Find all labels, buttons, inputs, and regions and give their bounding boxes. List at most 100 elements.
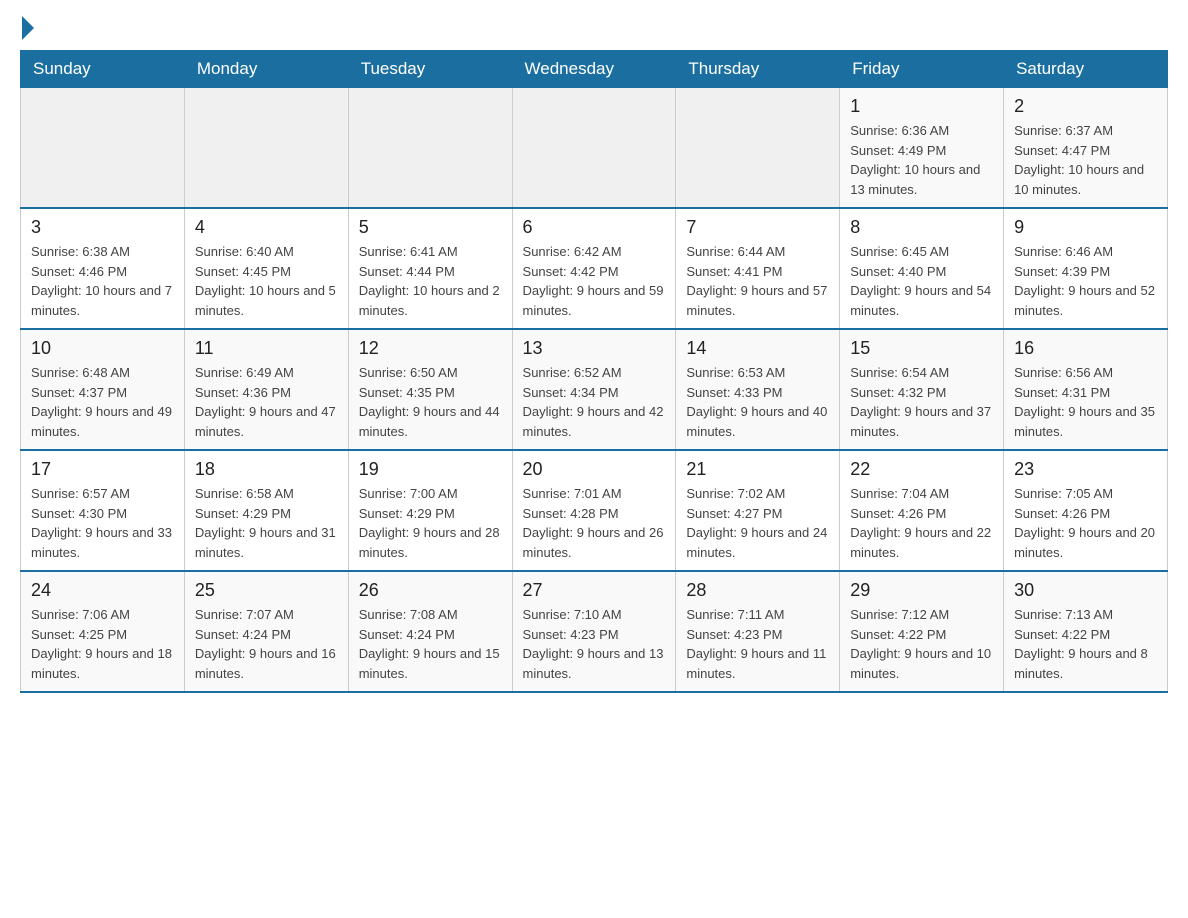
calendar-cell: 28 Sunrise: 7:11 AMSunset: 4:23 PMDayligh… (676, 571, 840, 692)
day-info: Sunrise: 6:54 AMSunset: 4:32 PMDaylight:… (850, 363, 993, 441)
calendar-cell: 23 Sunrise: 7:05 AMSunset: 4:26 PMDayligh… (1004, 450, 1168, 571)
day-info: Sunrise: 6:56 AMSunset: 4:31 PMDaylight:… (1014, 363, 1157, 441)
calendar-cell: 15Sunrise: 6:54 AMSunset: 4:32 PMDayligh… (840, 329, 1004, 450)
day-info: Sunrise: 6:58 AMSunset: 4:29 PMDaylight:… (195, 484, 338, 562)
calendar-cell: 14 Sunrise: 6:53 AMSunset: 4:33 PMDayligh… (676, 329, 840, 450)
day-of-week-header: Friday (840, 51, 1004, 88)
calendar-cell (512, 88, 676, 209)
day-info: Sunrise: 6:53 AMSunset: 4:33 PMDaylight:… (686, 363, 829, 441)
calendar-cell (676, 88, 840, 209)
day-number: 11 (195, 338, 338, 359)
calendar-cell: 6 Sunrise: 6:42 AMSunset: 4:42 PMDaylight… (512, 208, 676, 329)
calendar-cell: 1 Sunrise: 6:36 AMSunset: 4:49 PMDaylight… (840, 88, 1004, 209)
day-info: Sunrise: 6:49 AMSunset: 4:36 PMDaylight:… (195, 363, 338, 441)
day-number: 16 (1014, 338, 1157, 359)
day-of-week-header: Sunday (21, 51, 185, 88)
day-number: 14 (686, 338, 829, 359)
day-number: 19 (359, 459, 502, 480)
day-number: 20 (523, 459, 666, 480)
day-number: 28 (686, 580, 829, 601)
calendar-cell: 27 Sunrise: 7:10 AMSunset: 4:23 PMDayligh… (512, 571, 676, 692)
day-info: Sunrise: 6:45 AMSunset: 4:40 PMDaylight:… (850, 242, 993, 320)
calendar-cell: 3Sunrise: 6:38 AMSunset: 4:46 PMDaylight… (21, 208, 185, 329)
day-number: 29 (850, 580, 993, 601)
day-info: Sunrise: 7:02 AMSunset: 4:27 PMDaylight:… (686, 484, 829, 562)
day-number: 5 (359, 217, 502, 238)
day-info: Sunrise: 7:07 AMSunset: 4:24 PMDaylight:… (195, 605, 338, 683)
day-info: Sunrise: 7:00 AMSunset: 4:29 PMDaylight:… (359, 484, 502, 562)
day-info: Sunrise: 7:04 AMSunset: 4:26 PMDaylight:… (850, 484, 993, 562)
calendar-cell: 10 Sunrise: 6:48 AMSunset: 4:37 PMDayligh… (21, 329, 185, 450)
calendar-cell: 9Sunrise: 6:46 AMSunset: 4:39 PMDaylight… (1004, 208, 1168, 329)
day-info: Sunrise: 7:10 AMSunset: 4:23 PMDaylight:… (523, 605, 666, 683)
day-number: 23 (1014, 459, 1157, 480)
day-number: 21 (686, 459, 829, 480)
calendar-cell: 2 Sunrise: 6:37 AMSunset: 4:47 PMDaylight… (1004, 88, 1168, 209)
calendar-cell: 19 Sunrise: 7:00 AMSunset: 4:29 PMDayligh… (348, 450, 512, 571)
day-number: 27 (523, 580, 666, 601)
calendar-cell: 4 Sunrise: 6:40 AMSunset: 4:45 PMDaylight… (184, 208, 348, 329)
calendar-cell: 7 Sunrise: 6:44 AMSunset: 4:41 PMDaylight… (676, 208, 840, 329)
day-of-week-header: Saturday (1004, 51, 1168, 88)
day-info: Sunrise: 6:40 AMSunset: 4:45 PMDaylight:… (195, 242, 338, 320)
day-number: 22 (850, 459, 993, 480)
calendar-cell: 24 Sunrise: 7:06 AMSunset: 4:25 PMDayligh… (21, 571, 185, 692)
calendar-cell: 18 Sunrise: 6:58 AMSunset: 4:29 PMDayligh… (184, 450, 348, 571)
calendar-cell (184, 88, 348, 209)
calendar-cell: 26 Sunrise: 7:08 AMSunset: 4:24 PMDayligh… (348, 571, 512, 692)
calendar-cell: 11 Sunrise: 6:49 AMSunset: 4:36 PMDayligh… (184, 329, 348, 450)
calendar-cell: 13Sunrise: 6:52 AMSunset: 4:34 PMDayligh… (512, 329, 676, 450)
calendar-week-row: 3Sunrise: 6:38 AMSunset: 4:46 PMDaylight… (21, 208, 1168, 329)
day-info: Sunrise: 7:11 AMSunset: 4:23 PMDaylight:… (686, 605, 829, 683)
day-info: Sunrise: 6:36 AMSunset: 4:49 PMDaylight:… (850, 121, 993, 199)
calendar-cell: 21 Sunrise: 7:02 AMSunset: 4:27 PMDayligh… (676, 450, 840, 571)
day-info: Sunrise: 7:13 AMSunset: 4:22 PMDaylight:… (1014, 605, 1157, 683)
calendar-cell: 25 Sunrise: 7:07 AMSunset: 4:24 PMDayligh… (184, 571, 348, 692)
day-of-week-header: Thursday (676, 51, 840, 88)
calendar-week-row: 17 Sunrise: 6:57 AMSunset: 4:30 PMDayligh… (21, 450, 1168, 571)
day-info: Sunrise: 6:42 AMSunset: 4:42 PMDaylight:… (523, 242, 666, 320)
day-number: 10 (31, 338, 174, 359)
day-number: 8 (850, 217, 993, 238)
calendar-week-row: 10 Sunrise: 6:48 AMSunset: 4:37 PMDayligh… (21, 329, 1168, 450)
calendar-cell (21, 88, 185, 209)
day-info: Sunrise: 6:50 AMSunset: 4:35 PMDaylight:… (359, 363, 502, 441)
day-info: Sunrise: 6:38 AMSunset: 4:46 PMDaylight:… (31, 242, 174, 320)
calendar-week-row: 1 Sunrise: 6:36 AMSunset: 4:49 PMDaylight… (21, 88, 1168, 209)
day-of-week-header: Monday (184, 51, 348, 88)
calendar-table: SundayMondayTuesdayWednesdayThursdayFrid… (20, 50, 1168, 693)
calendar-cell: 12 Sunrise: 6:50 AMSunset: 4:35 PMDayligh… (348, 329, 512, 450)
day-info: Sunrise: 7:05 AMSunset: 4:26 PMDaylight:… (1014, 484, 1157, 562)
calendar-cell: 29Sunrise: 7:12 AMSunset: 4:22 PMDayligh… (840, 571, 1004, 692)
day-of-week-header: Wednesday (512, 51, 676, 88)
calendar-cell: 22 Sunrise: 7:04 AMSunset: 4:26 PMDayligh… (840, 450, 1004, 571)
day-number: 7 (686, 217, 829, 238)
day-info: Sunrise: 6:41 AMSunset: 4:44 PMDaylight:… (359, 242, 502, 320)
calendar-cell: 17 Sunrise: 6:57 AMSunset: 4:30 PMDayligh… (21, 450, 185, 571)
logo (20, 20, 34, 40)
day-info: Sunrise: 7:08 AMSunset: 4:24 PMDaylight:… (359, 605, 502, 683)
day-number: 1 (850, 96, 993, 117)
calendar-cell: 20Sunrise: 7:01 AMSunset: 4:28 PMDayligh… (512, 450, 676, 571)
day-info: Sunrise: 6:48 AMSunset: 4:37 PMDaylight:… (31, 363, 174, 441)
day-number: 4 (195, 217, 338, 238)
day-number: 24 (31, 580, 174, 601)
calendar-header-row: SundayMondayTuesdayWednesdayThursdayFrid… (21, 51, 1168, 88)
day-info: Sunrise: 6:44 AMSunset: 4:41 PMDaylight:… (686, 242, 829, 320)
calendar-cell: 30 Sunrise: 7:13 AMSunset: 4:22 PMDayligh… (1004, 571, 1168, 692)
day-info: Sunrise: 7:06 AMSunset: 4:25 PMDaylight:… (31, 605, 174, 683)
day-number: 6 (523, 217, 666, 238)
calendar-cell: 8 Sunrise: 6:45 AMSunset: 4:40 PMDaylight… (840, 208, 1004, 329)
day-number: 26 (359, 580, 502, 601)
calendar-cell: 5 Sunrise: 6:41 AMSunset: 4:44 PMDaylight… (348, 208, 512, 329)
day-number: 25 (195, 580, 338, 601)
day-number: 18 (195, 459, 338, 480)
day-number: 12 (359, 338, 502, 359)
logo-arrow-icon (22, 16, 34, 40)
day-number: 17 (31, 459, 174, 480)
day-number: 2 (1014, 96, 1157, 117)
day-info: Sunrise: 6:57 AMSunset: 4:30 PMDaylight:… (31, 484, 174, 562)
day-info: Sunrise: 6:52 AMSunset: 4:34 PMDaylight:… (523, 363, 666, 441)
day-info: Sunrise: 6:37 AMSunset: 4:47 PMDaylight:… (1014, 121, 1157, 199)
day-number: 30 (1014, 580, 1157, 601)
